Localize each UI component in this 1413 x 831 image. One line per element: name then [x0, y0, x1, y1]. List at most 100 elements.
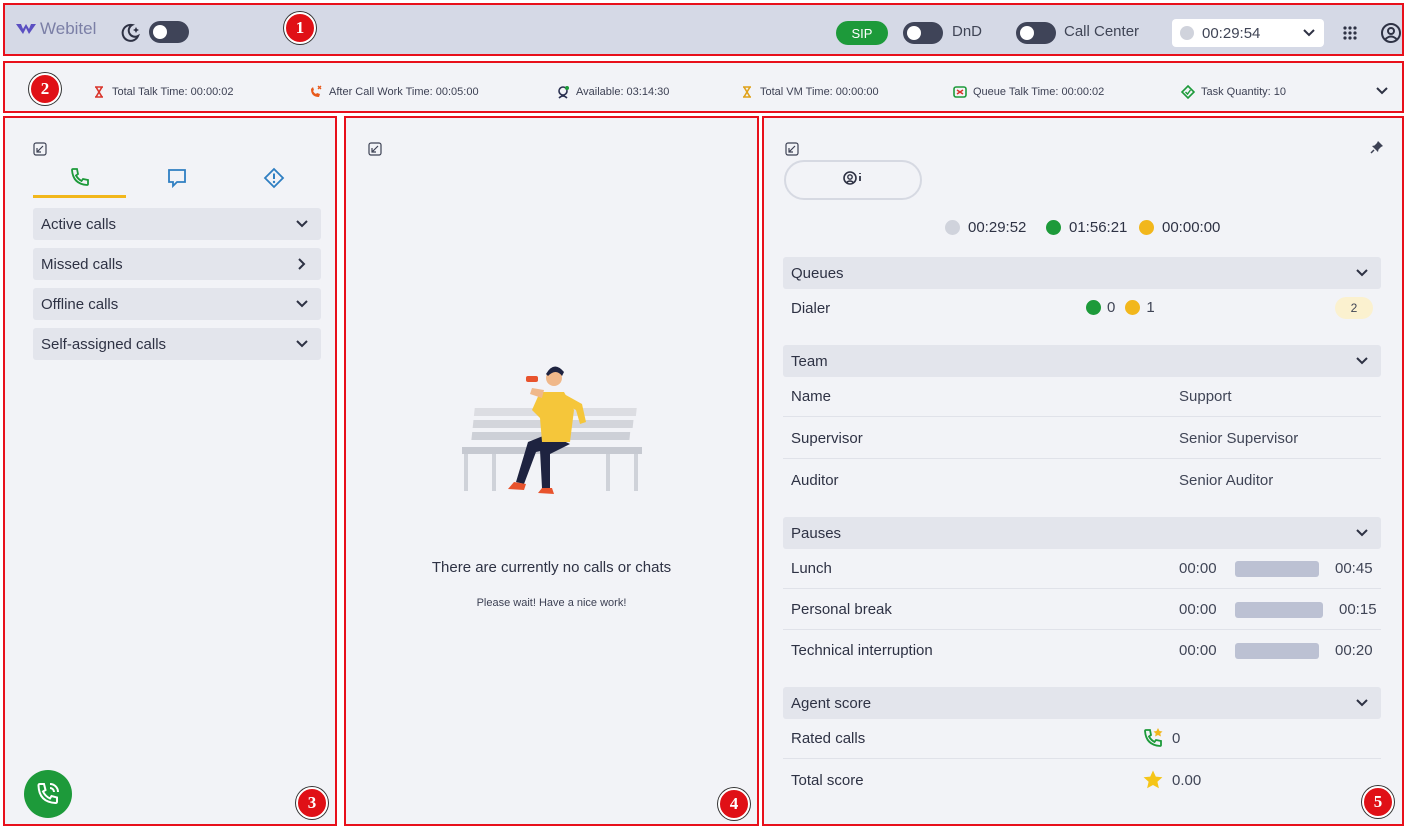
rated-calls-label: Rated calls [791, 730, 866, 747]
rated-call-icon [1144, 728, 1163, 747]
stat-task-quantity: Task Quantity: 10 [1181, 85, 1286, 99]
call-center-label: Call Center [1064, 23, 1140, 40]
available-icon [558, 86, 569, 99]
vm-time-icon [743, 86, 751, 98]
phone-call-icon [37, 783, 59, 805]
section-self-assigned-calls[interactable]: Self-assigned calls [33, 328, 321, 360]
region-badge-5: 5 [1362, 786, 1394, 818]
timer-pause: 00:00:00 [1139, 219, 1220, 236]
talk-time-icon [95, 86, 103, 98]
app-header: Webitel 1 SIP DnD Call Center 00:29:54 [3, 3, 1404, 56]
tab-chats[interactable] [130, 158, 223, 198]
divider [783, 416, 1381, 417]
divider [783, 758, 1381, 759]
section-offline-calls[interactable]: Offline calls [33, 288, 321, 320]
empty-state-illustration [462, 366, 642, 494]
star-icon [1143, 770, 1163, 789]
sip-status-badge: SIP [836, 21, 888, 45]
timer-online: 01:56:21 [1046, 219, 1127, 236]
stat-total-talk-time: Total Talk Time: 00:00:02 [92, 85, 233, 99]
pause-lunch-start: 00:00 [1179, 560, 1217, 577]
dnd-toggle[interactable] [903, 22, 943, 44]
warning-icon [263, 167, 284, 189]
chevron-down-icon [296, 340, 308, 348]
tab-alerts[interactable] [227, 158, 320, 198]
green-dot [1086, 300, 1101, 315]
agent-info-button[interactable] [784, 160, 922, 200]
user-profile-icon[interactable] [1380, 22, 1402, 44]
agent-info-icon [843, 171, 861, 185]
chat-icon [167, 169, 186, 189]
call-center-toggle[interactable] [1016, 22, 1056, 44]
stat-available: Available: 03:14:30 [556, 85, 669, 99]
pause-lunch-progress [1235, 561, 1319, 577]
chevron-down-icon [296, 220, 308, 228]
theme-toggle[interactable] [149, 21, 189, 43]
pause-technical-end: 00:20 [1335, 642, 1373, 659]
gray-dot [945, 220, 960, 235]
chevron-right-icon [298, 258, 306, 270]
task-icon [1181, 85, 1195, 99]
status-dot [1180, 26, 1194, 40]
pause-technical-label: Technical interruption [791, 642, 933, 659]
team-name-label: Name [791, 388, 832, 405]
workspace-panel: There are currently no calls or chats Pl… [344, 116, 759, 826]
total-score-value: 0.00 [1172, 772, 1202, 789]
team-auditor-label: Auditor [791, 472, 839, 489]
pin-icon[interactable] [1370, 140, 1384, 154]
status-time: 00:29:54 [1202, 25, 1261, 42]
logo: Webitel [15, 19, 96, 39]
apps-grid-icon[interactable] [1342, 25, 1358, 41]
chevron-down-icon [1303, 29, 1315, 37]
pause-personal-end: 00:15 [1339, 601, 1377, 618]
agent-status-select[interactable]: 00:29:54 [1172, 19, 1324, 47]
divider [783, 629, 1381, 630]
collapse-panel-icon[interactable] [33, 142, 47, 156]
rated-calls-value: 0 [1172, 730, 1181, 747]
section-queues[interactable]: Queues [783, 257, 1381, 289]
stats-expand-chevron-icon[interactable] [1375, 85, 1389, 97]
tab-calls[interactable] [33, 158, 126, 198]
team-name-value: Support [1179, 388, 1232, 405]
queue-talk-icon [953, 86, 967, 98]
section-team[interactable]: Team [783, 345, 1381, 377]
dnd-label: DnD [952, 23, 983, 40]
yellow-dot [1139, 220, 1154, 235]
pause-technical-start: 00:00 [1179, 642, 1217, 659]
chevron-down-icon [1356, 529, 1368, 537]
pause-lunch-end: 00:45 [1335, 560, 1373, 577]
divider [783, 458, 1381, 459]
section-active-calls[interactable]: Active calls [33, 208, 321, 240]
communications-panel: Active calls Missed calls Offline calls … [3, 116, 337, 826]
pause-personal-progress [1235, 602, 1323, 618]
empty-state-title: There are currently no calls or chats [431, 559, 672, 576]
collapse-panel-icon[interactable] [785, 142, 799, 156]
after-call-icon [311, 85, 322, 97]
section-pauses[interactable]: Pauses [783, 517, 1381, 549]
green-dot [1046, 220, 1061, 235]
phone-icon [70, 167, 89, 186]
stat-total-vm-time: Total VM Time: 00:00:00 [740, 85, 879, 99]
empty-state-subtitle: Please wait! Have a nice work! [476, 597, 627, 609]
region-badge-2: 2 [29, 73, 61, 105]
webitel-logo-icon [16, 24, 36, 34]
night-mode-icon[interactable] [119, 22, 141, 44]
section-missed-calls[interactable]: Missed calls [33, 248, 321, 280]
section-agent-score[interactable]: Agent score [783, 687, 1381, 719]
chevron-down-icon [1356, 699, 1368, 707]
team-supervisor-label: Supervisor [791, 430, 863, 447]
divider [783, 588, 1381, 589]
collapse-panel-icon[interactable] [368, 142, 382, 156]
pause-personal-start: 00:00 [1179, 601, 1217, 618]
chevron-down-icon [1356, 269, 1368, 277]
queue-counts: 0 1 [1086, 299, 1155, 316]
agent-info-panel: 00:29:52 01:56:21 00:00:00 Queues Dialer… [762, 116, 1404, 826]
pause-personal-label: Personal break [791, 601, 892, 618]
agent-stats-bar: 2 Total Talk Time: 00:00:02 After Call W… [3, 61, 1404, 113]
stat-after-call-work: After Call Work Time: 00:05:00 [309, 85, 479, 99]
region-badge-3: 3 [296, 787, 328, 819]
pause-lunch-label: Lunch [791, 560, 832, 577]
total-score-label: Total score [791, 772, 864, 789]
queue-name: Dialer [791, 300, 831, 317]
new-call-button[interactable] [24, 770, 72, 818]
